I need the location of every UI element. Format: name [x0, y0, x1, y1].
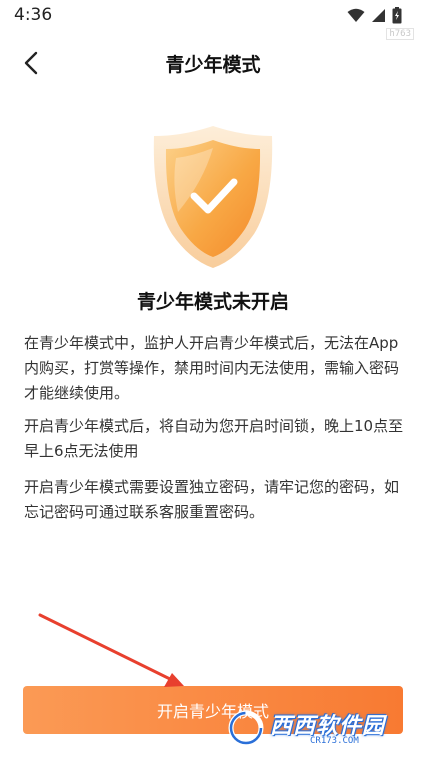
description-paragraph-2: 开启青少年模式后，将自动为您开启时间锁，晚上10点至早上6点无法使用: [24, 417, 404, 460]
site-watermark-url: CR173.COM: [310, 736, 359, 746]
signal-icon: [372, 9, 385, 22]
description-paragraph-1: 在青少年模式中，监护人开启青少年模式后，无法在App内购买，打赏等操作，禁用时间…: [24, 334, 400, 402]
battery-icon: [392, 7, 402, 24]
page-title: 青少年模式: [165, 54, 261, 76]
wifi-icon: [347, 8, 365, 22]
shield-check-icon: [148, 122, 278, 272]
status-time: 4:36: [14, 5, 53, 25]
enable-youth-mode-button[interactable]: 开启青少年模式: [23, 686, 403, 734]
status-heading: 青少年模式未开启: [136, 291, 289, 313]
youth-mode-screen: 4:36 h763 青少年模式 青少年模式未开启 在青少年模式中，监护人开启青少…: [0, 0, 426, 757]
status-icons: [347, 7, 402, 24]
status-bar: 4:36 h763: [0, 0, 426, 40]
description-paragraph-3: 开启青少年模式需要设置独立密码，请牢记您的密码，如忘记密码可通过联系客服重置密码…: [24, 478, 400, 521]
nav-bar: 青少年模式: [0, 38, 426, 86]
